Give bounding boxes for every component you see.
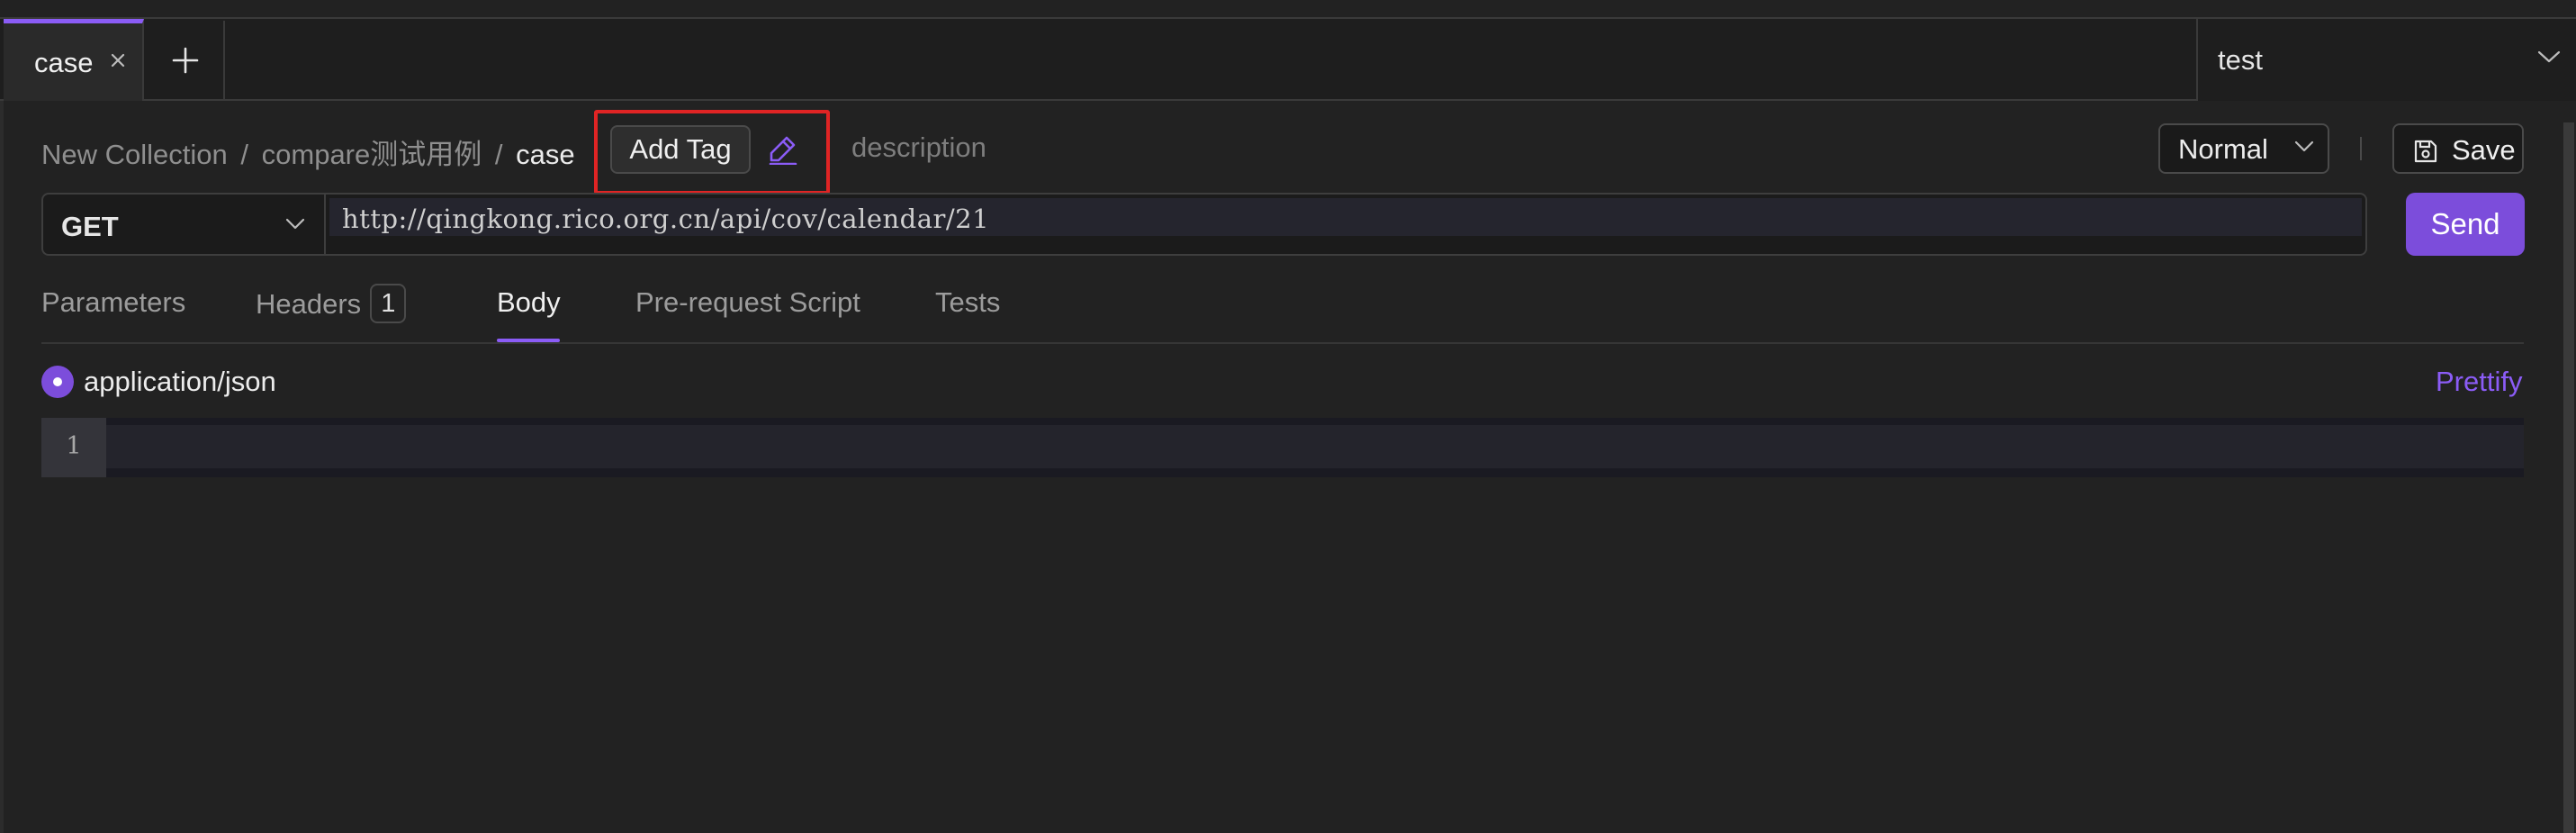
description-field[interactable]: description	[851, 131, 986, 164]
prettify-button[interactable]: Prettify	[2436, 366, 2522, 398]
headers-count-badge: 1	[370, 284, 407, 323]
request-tab-label: case	[34, 47, 94, 78]
close-icon[interactable]	[104, 47, 131, 74]
url-input[interactable]: http://qingkong.rico.org.cn/api/cov/cale…	[324, 193, 2367, 256]
breadcrumb: New Collection / compare测试用例 / case	[41, 131, 575, 172]
environment-select[interactable]: test	[2196, 19, 2576, 101]
new-tab-button[interactable]	[146, 21, 225, 101]
url-input-line: http://qingkong.rico.org.cn/api/cov/cale…	[329, 198, 2362, 236]
mode-select[interactable]: Normal	[2158, 123, 2329, 174]
tab-headers[interactable]: Headers 1	[256, 284, 407, 326]
tab-body[interactable]: Body	[497, 286, 561, 319]
chevron-down-icon	[2537, 50, 2561, 63]
breadcrumb-current: case	[516, 139, 575, 170]
save-label: Save	[2452, 134, 2516, 166]
request-tab-bar: case test	[0, 17, 2576, 101]
editor-gutter: 1	[41, 418, 106, 477]
toolbar-divider	[2360, 137, 2362, 160]
breadcrumb-separator: /	[240, 139, 249, 170]
body-editor[interactable]: 1	[41, 418, 2524, 477]
environment-label: test	[2218, 44, 2263, 76]
chevron-down-icon	[285, 218, 305, 230]
mode-label: Normal	[2178, 133, 2268, 165]
http-method-label: GET	[61, 211, 119, 242]
tab-tests[interactable]: Tests	[935, 286, 1000, 319]
line-number: 1	[66, 432, 82, 460]
breadcrumb-folder[interactable]: compare测试用例	[262, 139, 482, 170]
tab-headers-label: Headers	[256, 288, 362, 321]
breadcrumb-collection[interactable]: New Collection	[41, 139, 228, 170]
left-edge	[0, 101, 4, 833]
chevron-down-icon	[2294, 140, 2314, 152]
tabs-divider	[41, 342, 2524, 344]
content-type-radio[interactable]	[41, 366, 74, 398]
tab-pre-request-script[interactable]: Pre-request Script	[635, 286, 860, 319]
add-tag-button[interactable]: Add Tag	[610, 125, 751, 174]
tab-parameters[interactable]: Parameters	[41, 286, 185, 319]
url-text: http://qingkong.rico.org.cn/api/cov/cale…	[342, 204, 990, 234]
request-section-tabs: Parameters Headers 1 Body Pre-request Scr…	[0, 270, 2576, 344]
vertical-scrollbar[interactable]	[2563, 122, 2574, 833]
request-tab-case[interactable]: case	[4, 19, 144, 101]
send-button[interactable]: Send	[2406, 193, 2525, 256]
breadcrumb-separator: /	[494, 139, 503, 170]
save-button[interactable]: Save	[2392, 123, 2524, 174]
plus-icon	[172, 47, 199, 74]
editor-active-line[interactable]	[106, 425, 2524, 468]
http-method-select[interactable]: GET	[41, 193, 324, 256]
content-type-label: application/json	[84, 366, 276, 397]
floppy-disk-icon	[2414, 140, 2437, 163]
pencil-icon[interactable]	[767, 132, 799, 165]
